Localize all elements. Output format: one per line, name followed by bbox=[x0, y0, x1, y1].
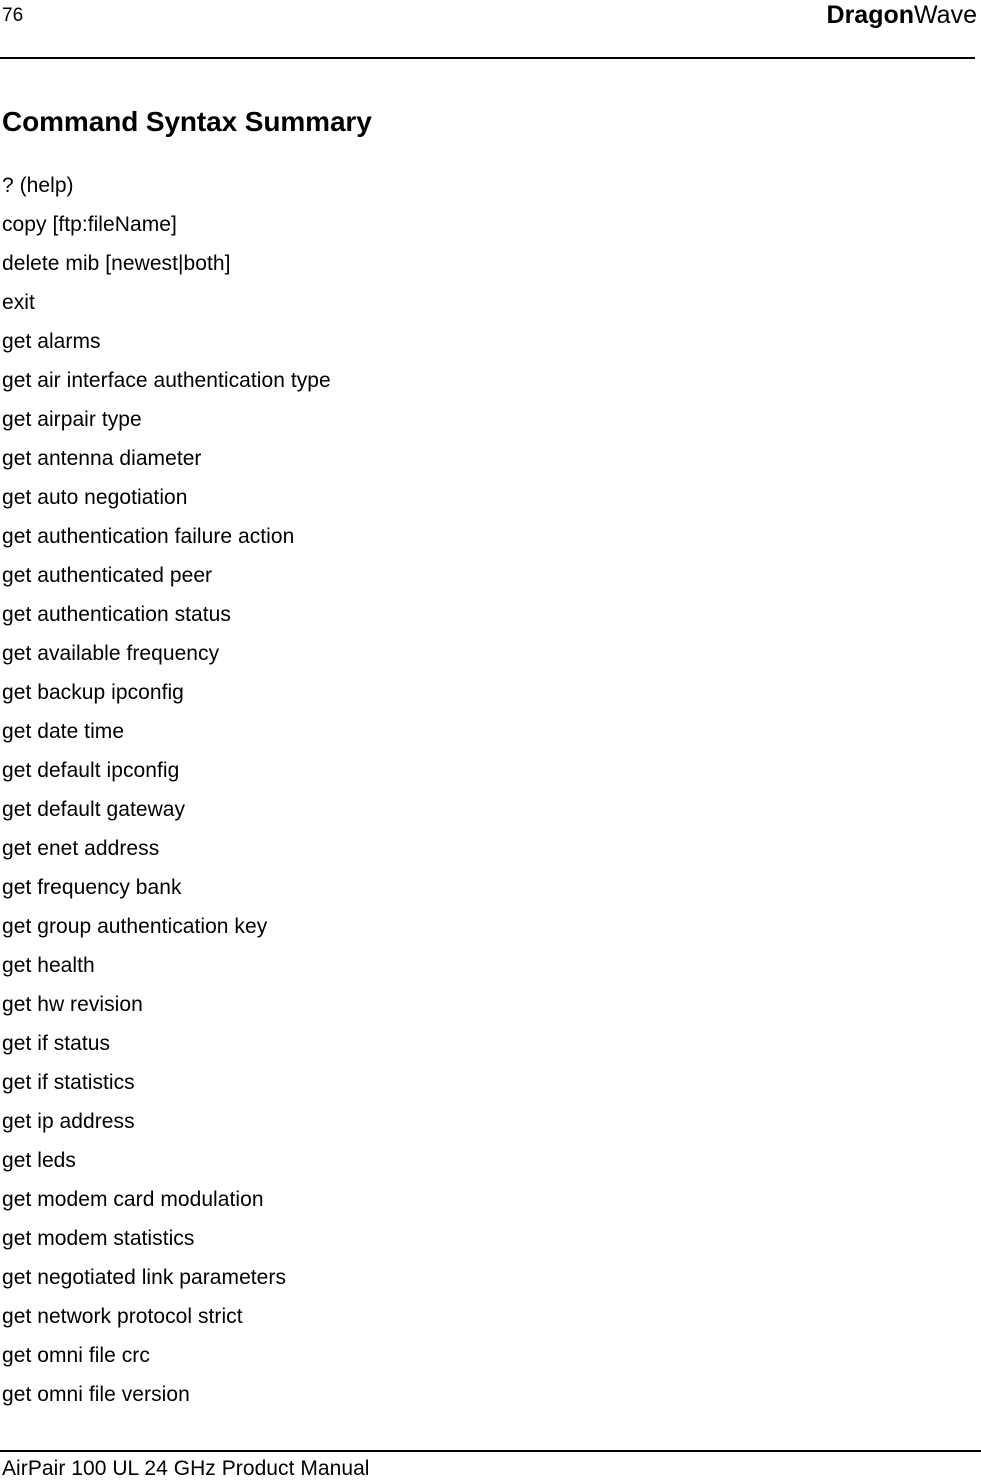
list-item: get enet address bbox=[2, 837, 160, 860]
brand-name-regular: Wave bbox=[914, 1, 977, 29]
list-item: get modem card modulation bbox=[2, 1188, 264, 1211]
list-item: get backup ipconfig bbox=[2, 681, 184, 704]
list-item: get if status bbox=[2, 1032, 111, 1055]
list-item: get leds bbox=[2, 1149, 76, 1172]
footer-title: AirPair 100 UL 24 GHz Product Manual bbox=[2, 1457, 370, 1480]
list-item: get hw revision bbox=[2, 993, 143, 1016]
command-syntax-list: ? (help) copy [ftp:fileName] delete mib … bbox=[2, 166, 842, 1414]
page-number: 76 bbox=[2, 5, 24, 26]
list-item: get health bbox=[2, 954, 95, 977]
list-item: get antenna diameter bbox=[2, 447, 202, 470]
list-item: delete mib [newest|both] bbox=[2, 252, 231, 275]
list-item: get group authentication key bbox=[2, 915, 268, 938]
list-item: exit bbox=[2, 291, 35, 314]
list-item: get default gateway bbox=[2, 798, 186, 821]
list-item: get frequency bank bbox=[2, 876, 182, 899]
list-item: get available frequency bbox=[2, 642, 220, 665]
list-item: get modem statistics bbox=[2, 1227, 195, 1250]
list-item: get negotiated link parameters bbox=[2, 1266, 287, 1289]
list-item: get network protocol strict bbox=[2, 1305, 243, 1328]
manual-page: 76 DragonWave Command Syntax Summary ? (… bbox=[0, 0, 981, 1483]
list-item: get authentication failure action bbox=[2, 525, 295, 548]
list-item: get ip address bbox=[2, 1110, 135, 1133]
list-item: get authenticated peer bbox=[2, 564, 213, 587]
list-item: get if statistics bbox=[2, 1071, 135, 1094]
page-title: Command Syntax Summary bbox=[2, 105, 372, 137]
list-item: get omni file crc bbox=[2, 1344, 150, 1367]
list-item: get alarms bbox=[2, 330, 101, 353]
list-item: get default ipconfig bbox=[2, 759, 180, 782]
list-item: get auto negotiation bbox=[2, 486, 188, 509]
list-item: copy [ftp:fileName] bbox=[2, 213, 177, 236]
list-item: get authentication status bbox=[2, 603, 231, 626]
list-item: get date time bbox=[2, 720, 125, 743]
list-item: get air interface authentication type bbox=[2, 369, 331, 392]
brand-logo: DragonWave bbox=[827, 0, 977, 30]
running-header: 76 DragonWave bbox=[0, 0, 981, 56]
list-item: get omni file version bbox=[2, 1383, 190, 1406]
footer-divider bbox=[0, 1450, 981, 1452]
brand-name-bold: Dragon bbox=[826, 1, 915, 29]
list-item: get airpair type bbox=[2, 408, 142, 431]
list-item: ? (help) bbox=[2, 174, 74, 197]
header-divider bbox=[0, 57, 975, 59]
